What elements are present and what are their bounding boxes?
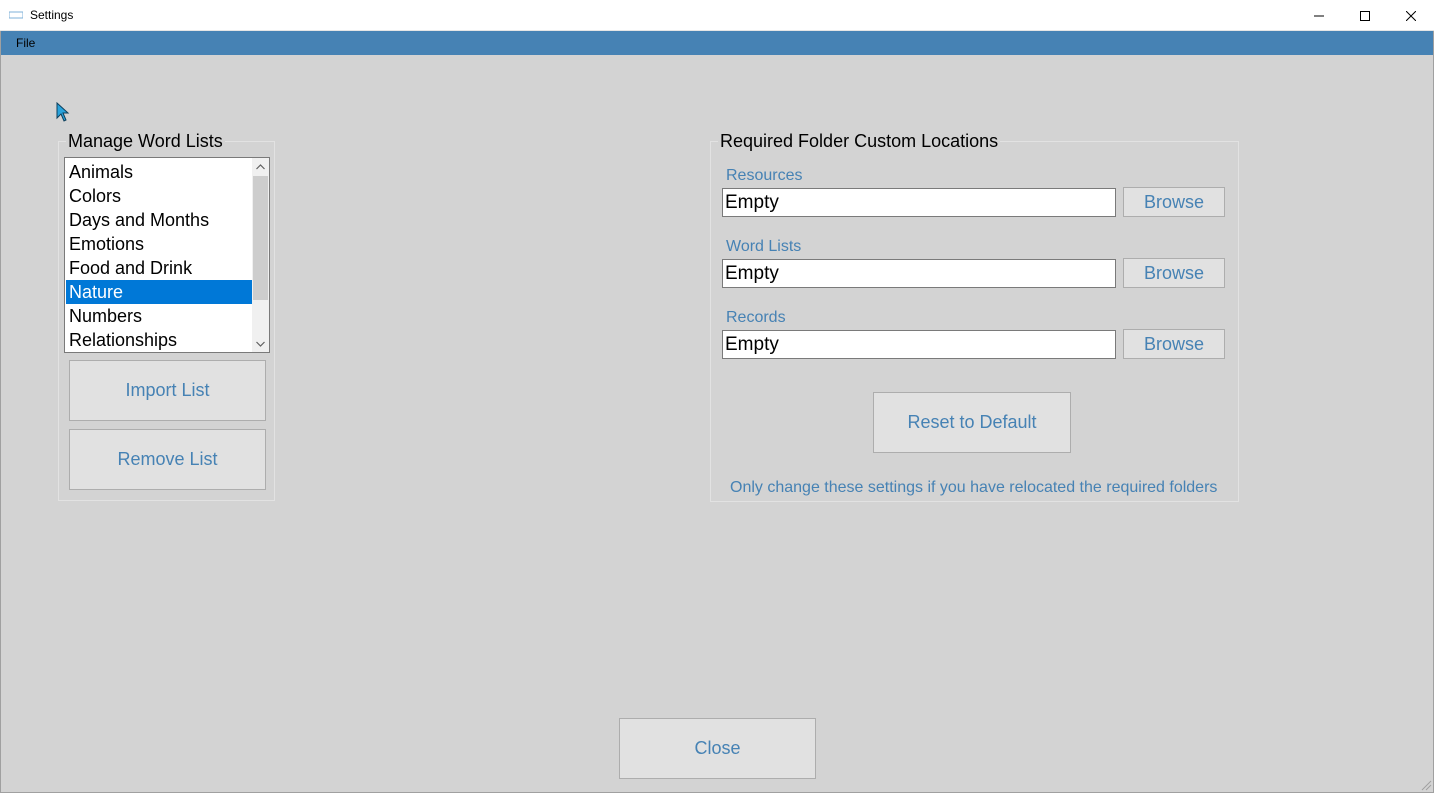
chevron-up-icon xyxy=(256,163,265,169)
title-bar: Settings xyxy=(0,0,1434,31)
list-item[interactable]: Emotions xyxy=(66,232,252,256)
scroll-up-arrow[interactable] xyxy=(252,158,269,175)
chevron-down-icon xyxy=(256,341,265,347)
folder-settings-note: Only change these settings if you have r… xyxy=(730,479,1218,496)
menu-file[interactable]: File xyxy=(16,36,35,50)
minimize-button[interactable] xyxy=(1296,0,1342,31)
close-button[interactable]: Close xyxy=(619,718,816,779)
close-icon xyxy=(1406,10,1416,21)
list-item-selected[interactable]: Nature xyxy=(66,280,252,304)
list-scrollbar[interactable] xyxy=(252,158,269,352)
remove-list-button[interactable]: Remove List xyxy=(69,429,266,490)
resize-grip-icon[interactable] xyxy=(1420,779,1432,791)
menu-bar: File xyxy=(0,31,1434,55)
word-lists-path-field[interactable]: Empty xyxy=(722,259,1116,288)
word-lists-group-title: Manage Word Lists xyxy=(66,131,225,152)
mouse-cursor-icon xyxy=(56,102,70,122)
list-item[interactable]: Food and Drink xyxy=(66,256,252,280)
records-path-field[interactable]: Empty xyxy=(722,330,1116,359)
list-item[interactable]: Days and Months xyxy=(66,208,252,232)
word-list-listbox[interactable]: Animals Colors Days and Months Emotions … xyxy=(64,157,270,353)
records-browse-button[interactable]: Browse xyxy=(1123,329,1225,359)
word-lists-browse-button[interactable]: Browse xyxy=(1123,258,1225,288)
list-item[interactable]: Animals xyxy=(66,160,252,184)
resources-browse-button[interactable]: Browse xyxy=(1123,187,1225,217)
list-item[interactable]: Relationships xyxy=(66,328,252,352)
word-lists-label: Word Lists xyxy=(726,238,802,255)
scroll-down-arrow[interactable] xyxy=(252,335,269,352)
scroll-thumb[interactable] xyxy=(253,176,268,300)
import-list-button[interactable]: Import List xyxy=(69,360,266,421)
folder-locations-group-title: Required Folder Custom Locations xyxy=(718,131,1001,152)
app-icon xyxy=(9,11,23,19)
resources-path-field[interactable]: Empty xyxy=(722,188,1116,217)
reset-to-default-button[interactable]: Reset to Default xyxy=(873,392,1071,453)
list-item[interactable]: Numbers xyxy=(66,304,252,328)
resources-label: Resources xyxy=(726,167,803,184)
minimize-icon xyxy=(1314,15,1324,16)
close-window-button[interactable] xyxy=(1388,0,1434,31)
window-title: Settings xyxy=(30,8,74,22)
maximize-button[interactable] xyxy=(1342,0,1388,31)
list-item[interactable]: Colors xyxy=(66,184,252,208)
maximize-icon xyxy=(1360,10,1370,21)
records-label: Records xyxy=(726,309,786,326)
